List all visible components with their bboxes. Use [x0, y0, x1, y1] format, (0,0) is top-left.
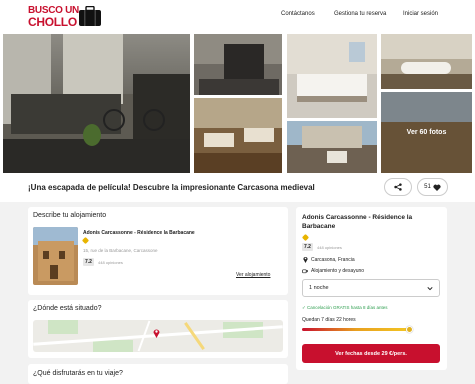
booking-board: Alojamiento y desayuno [311, 268, 365, 274]
hotel-thumbnail[interactable] [33, 227, 78, 285]
hotel-star-icon [81, 236, 90, 245]
location-map[interactable] [33, 320, 283, 352]
accommodation-card: Describe tu alojamiento Adonis Carcasson… [28, 207, 288, 295]
hotel-name[interactable]: Adonis Carcassonne - Résidence la Barbac… [83, 230, 195, 236]
nav-manage-booking[interactable]: Gestiona tu reserva [334, 11, 386, 17]
time-left: Quedan 7 días 22 hores [302, 317, 356, 323]
likes-count: 51 [424, 184, 431, 190]
chevron-down-icon [427, 287, 433, 291]
booking-hotel-name: Adonis Carcassonne - Résidence la Barbac… [302, 214, 413, 230]
suitcase-icon [79, 6, 101, 26]
gallery-photo-4[interactable] [287, 34, 377, 118]
gallery-photo-5[interactable] [287, 121, 377, 173]
logo-line2: CHOLLO [28, 15, 77, 29]
time-left-marker [406, 326, 413, 333]
nights-select-value: 1 noche [309, 285, 329, 291]
gallery-photo-main[interactable] [3, 34, 190, 173]
gallery-photo-3[interactable] [194, 98, 282, 173]
hotel-address: 15, rue de la Barbacane, Carcassone [83, 248, 158, 253]
share-button[interactable] [384, 178, 412, 196]
location-section-title: ¿Dónde está situado? [33, 305, 102, 312]
accommodation-section-title: Describe tu alojamiento [33, 212, 107, 219]
share-icon [394, 183, 402, 191]
gallery-photo-7[interactable]: Ver 60 fotos [381, 92, 472, 173]
nav-login[interactable]: Iniciar sesión [403, 11, 438, 17]
nights-select[interactable]: 1 noche [302, 279, 440, 297]
booking-location: Carcasona, Francia [311, 257, 355, 263]
favorite-button[interactable]: 51 [417, 178, 448, 196]
cancellation-text: Cancelación GRATIS hasta 8 días antes [307, 305, 388, 310]
photo-gallery: Ver 60 fotos [0, 32, 475, 175]
enjoy-section-title: ¿Qué disfrutarás en tu viaje? [33, 370, 123, 377]
top-bar: BUSCO UN CHOLLO Contáctanos Gestiona tu … [0, 0, 475, 32]
see-dates-button[interactable]: Ver fechas desde 29 €/pers. [302, 344, 440, 363]
heart-icon [433, 184, 441, 191]
location-pin-icon [303, 257, 308, 263]
view-accommodation-link[interactable]: Ver alojamiento [236, 272, 270, 278]
booking-star-icon [301, 233, 310, 242]
hotel-reviews: 448 opiniones [98, 260, 123, 265]
time-left-bar [302, 328, 410, 331]
gallery-photo-6[interactable] [381, 34, 472, 89]
hotel-rating: 7.2 [83, 258, 94, 266]
gallery-photo-2[interactable] [194, 34, 282, 95]
site-logo[interactable]: BUSCO UN CHOLLO [28, 5, 106, 29]
booking-rating: 7.2 [302, 243, 313, 251]
map-pin-icon [153, 329, 160, 338]
breakfast-icon [302, 269, 308, 274]
see-all-photos-button[interactable]: Ver 60 fotos [381, 92, 472, 173]
booking-reviews: 448 opiniones [317, 245, 342, 250]
enjoy-card: ¿Qué disfrutarás en tu viaje? [28, 364, 288, 384]
cancellation-note: ✓ Cancelación GRATIS hasta 8 días antes [302, 305, 388, 310]
nav-contact[interactable]: Contáctanos [281, 11, 315, 17]
page-title: ¡Una escapada de película! Descubre la i… [28, 183, 315, 192]
